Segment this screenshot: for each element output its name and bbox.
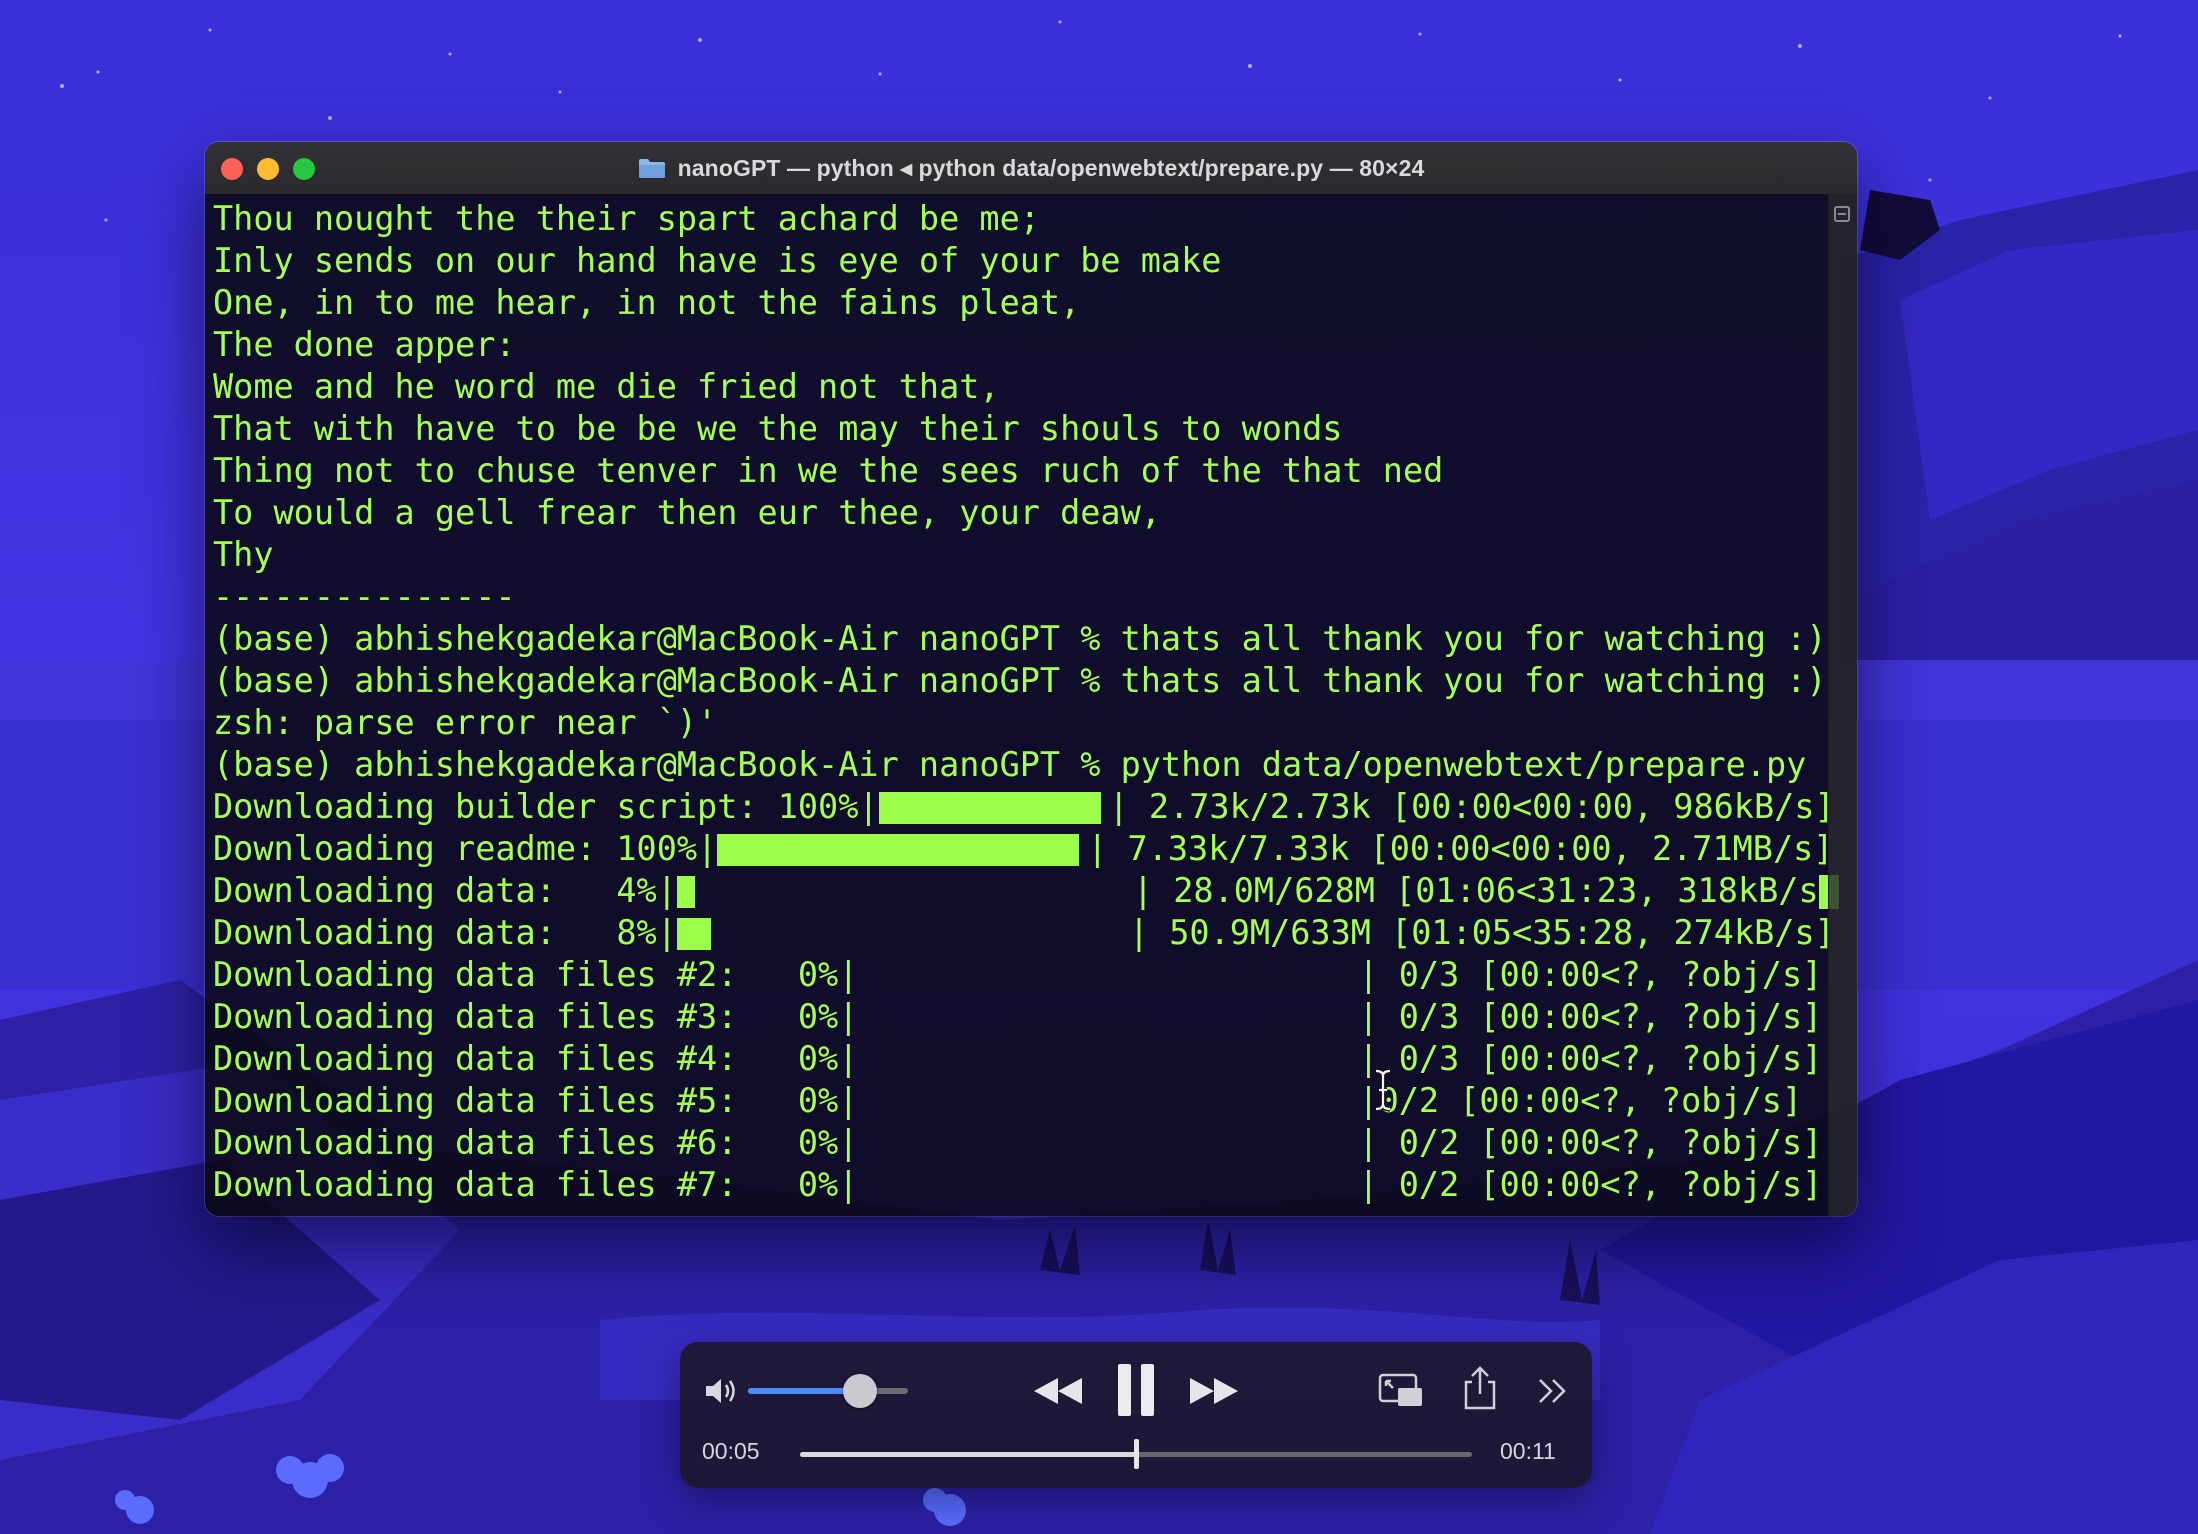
rewind-icon[interactable] bbox=[1032, 1374, 1084, 1408]
volume-slider[interactable] bbox=[748, 1374, 908, 1408]
progress-label: Downloading data files #6: 0%| bbox=[213, 1123, 859, 1162]
progress-line: Downloading data files #2: 0%| | 0/3 [00:… bbox=[213, 954, 1822, 996]
progress-stats: | 0/3 [00:00<?, ?obj/s] bbox=[1358, 1039, 1823, 1078]
media-controls[interactable]: 00:05 00:11 bbox=[680, 1342, 1592, 1488]
volume-knob[interactable] bbox=[843, 1374, 877, 1408]
elapsed-time: 00:05 bbox=[702, 1438, 760, 1464]
scrollbar[interactable] bbox=[1828, 194, 1857, 1216]
progress-bar-fill bbox=[676, 876, 695, 908]
playhead[interactable] bbox=[1134, 1439, 1139, 1469]
progress-stats: | 0/2 [00:00<?, ?obj/s] bbox=[1358, 1123, 1823, 1162]
progress-line: Downloading data files #7: 0%| | 0/2 [00:… bbox=[213, 1164, 1822, 1206]
progress-line: Downloading data files #4: 0%| | 0/3 [00:… bbox=[213, 1038, 1822, 1080]
progress-line: Downloading data: 8%| | 50.9M/633M [01:05… bbox=[213, 912, 1835, 954]
progress-stats: | 0/2 [00:00<?, ?obj/s] bbox=[1358, 1165, 1823, 1204]
progress-line: Downloading builder script: 100%| | 2.73k… bbox=[213, 786, 1835, 828]
output-line: To would a gell frear then eur thee, you… bbox=[213, 493, 1161, 532]
progress-stats: | 50.9M/633M [01:05<35:28, 274kB/s] bbox=[1128, 913, 1835, 952]
prompt-line: zsh: parse error near `)' bbox=[213, 703, 718, 742]
progress-stats: | 28.0M/628M [01:06<31:23, 318kB/s bbox=[1132, 871, 1819, 910]
output-line: --------------- bbox=[213, 577, 516, 616]
share-icon[interactable] bbox=[1462, 1366, 1498, 1410]
output-line: Inly sends on our hand have is eye of yo… bbox=[213, 241, 1222, 280]
prompt-line: (base) abhishekgadekar@MacBook-Air nanoG… bbox=[213, 619, 1827, 658]
terminal-window[interactable]: nanoGPT — python ◂ python data/openwebte… bbox=[205, 142, 1857, 1216]
output-line: Thy bbox=[213, 535, 274, 574]
terminal-output[interactable]: Thou nought the their spart achard be me… bbox=[213, 198, 1839, 1208]
progress-line: Downloading data files #5: 0%| |0/2 [00:0… bbox=[213, 1080, 1813, 1122]
progress-bar-fill bbox=[717, 834, 1080, 866]
progress-stats: | 2.73k/2.73k [00:00<00:00, 986kB/s] bbox=[1108, 787, 1835, 826]
picture-in-picture-icon[interactable] bbox=[1378, 1372, 1424, 1410]
output-line: Thing not to chuse tenver in we the sees… bbox=[213, 451, 1444, 490]
progress-label: Downloading data files #4: 0%| bbox=[213, 1039, 859, 1078]
progress-label: Downloading data files #3: 0%| bbox=[213, 997, 859, 1036]
folder-icon bbox=[638, 159, 665, 178]
progress-label: Downloading data: 4%| bbox=[213, 871, 677, 910]
progress-label: Downloading data: 8%| bbox=[213, 913, 677, 952]
total-duration: 00:11 bbox=[1500, 1438, 1556, 1464]
prompt-line: (base) abhishekgadekar@MacBook-Air nanoG… bbox=[213, 745, 1807, 784]
progress-stats: | 0/3 [00:00<?, ?obj/s] bbox=[1358, 955, 1823, 994]
playback-progress-fill bbox=[800, 1452, 1136, 1457]
title-bar[interactable]: nanoGPT — python ◂ python data/openwebte… bbox=[205, 142, 1857, 195]
progress-label: Downloading builder script: 100%| bbox=[213, 787, 879, 826]
progress-label: Downloading data files #2: 0%| bbox=[213, 955, 859, 994]
progress-label: Downloading readme: 100%| bbox=[213, 829, 718, 868]
window-title: nanoGPT — python ◂ python data/openwebte… bbox=[677, 154, 1425, 181]
progress-stats: |0/2 [00:00<?, ?obj/s] bbox=[1358, 1081, 1803, 1120]
output-line: Wome and he word me die fried not that, bbox=[213, 367, 1000, 406]
progress-stats: | 0/3 [00:00<?, ?obj/s] bbox=[1358, 997, 1823, 1036]
progress-line: Downloading data files #3: 0%| | 0/3 [00:… bbox=[213, 996, 1822, 1038]
more-chevron-icon[interactable] bbox=[1536, 1376, 1570, 1406]
progress-label: Downloading data files #7: 0%| bbox=[213, 1165, 859, 1204]
prompt-line: (base) abhishekgadekar@MacBook-Air nanoG… bbox=[213, 661, 1827, 700]
output-line: One, in to me hear, in not the fains ple… bbox=[213, 283, 1081, 322]
progress-line: Downloading readme: 100%| | 7.33k/7.33k [… bbox=[213, 828, 1833, 870]
playback-scrubber[interactable] bbox=[800, 1439, 1472, 1469]
speaker-icon[interactable] bbox=[702, 1374, 742, 1408]
split-pane-icon[interactable] bbox=[1834, 206, 1850, 222]
pause-icon[interactable] bbox=[1114, 1362, 1158, 1418]
fast-forward-icon[interactable] bbox=[1188, 1374, 1240, 1408]
progress-stats: | 7.33k/7.33k [00:00<00:00, 2.71MB/s] bbox=[1087, 829, 1834, 868]
output-line: The done apper: bbox=[213, 325, 516, 364]
progress-label: Downloading data files #5: 0%| bbox=[213, 1081, 859, 1120]
progress-bar-fill bbox=[676, 918, 711, 950]
output-line: Thou nought the their spart achard be me… bbox=[213, 199, 1040, 238]
text-cursor-icon bbox=[1375, 1068, 1391, 1112]
output-line: That with have to be be we the may their… bbox=[213, 409, 1343, 448]
progress-line: Downloading data: 4%| | 28.0M/628M [01:06… bbox=[213, 870, 1839, 912]
progress-bar-fill bbox=[878, 792, 1101, 824]
progress-line: Downloading data files #6: 0%| | 0/2 [00:… bbox=[213, 1122, 1822, 1164]
